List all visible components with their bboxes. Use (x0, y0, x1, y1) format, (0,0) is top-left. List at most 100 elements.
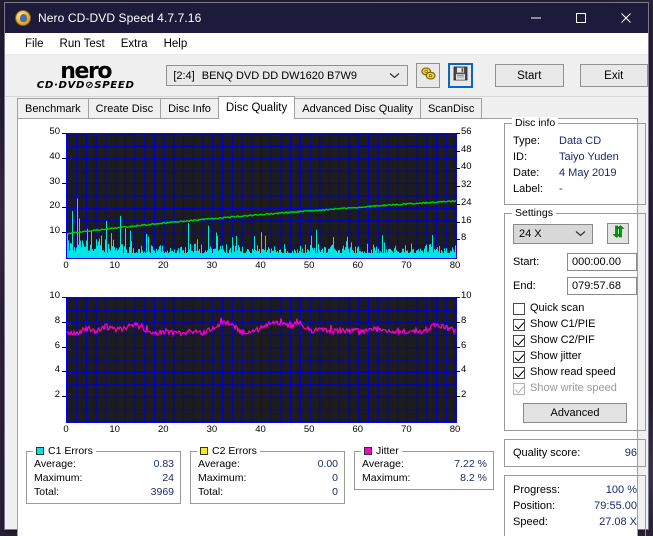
show-read-speed-checkbox[interactable] (513, 366, 525, 379)
checkbox-quick-scan[interactable]: Quick scan (513, 301, 637, 316)
floppy-save-icon (453, 66, 468, 86)
jitter-y2tickmark-10 (456, 297, 460, 298)
start-label: Start: (513, 256, 540, 268)
disc-date-row: Date: 4 May 2019 (513, 165, 637, 181)
c2-color-swatch (200, 447, 208, 455)
position-label: Position: (513, 500, 556, 512)
drive-select[interactable]: [2:4] BENQ DVD DD DW1620 B7W9 (166, 65, 408, 86)
c2-average-row: Average: 0.00 (198, 457, 338, 471)
c1-maximum-row: Maximum: 24 (34, 471, 174, 485)
c2-legend-label: C2 Errors (212, 445, 257, 457)
c1-xtick-20: 20 (157, 260, 169, 271)
settings-group: Settings 24 X Start: 000:00.00 End: 079:… (504, 207, 646, 431)
c1-ytick-10: 10 (49, 225, 60, 237)
exit-button[interactable]: Exit (579, 64, 648, 87)
eject-disc-button[interactable] (416, 63, 441, 88)
end-field-row: End: 079:57.68 (513, 277, 637, 295)
speed-select[interactable]: 24 X (513, 223, 593, 244)
nero-disc-icon (15, 10, 31, 26)
c1-ytick-40: 40 (49, 150, 60, 162)
maximize-button[interactable] (558, 3, 603, 33)
show-c1-pie-checkbox[interactable] (513, 318, 525, 331)
speed-select-value: 24 X (519, 227, 542, 240)
c2-maximum-value: 0 (332, 472, 338, 484)
jitter-average-value: 7.22 % (454, 458, 487, 470)
c1-errors-stats: C1 Errors Average: 0.83 Maximum: 24 Tota… (26, 445, 181, 504)
disc-date-value: 4 May 2019 (559, 167, 617, 179)
title-bar: Nero CD-DVD Speed 4.7.7.16 (5, 3, 648, 33)
checkbox-show-c2-pif[interactable]: Show C2/PIF (513, 333, 637, 348)
jitter-ytick-10: 10 (49, 290, 60, 301)
speed-label: Speed: (513, 516, 548, 528)
c1-plot-svg (67, 134, 456, 258)
start-button[interactable]: Start (495, 64, 564, 87)
start-field-row: Start: 000:00.00 (513, 253, 637, 271)
c1-y2tickmark-56 (456, 133, 460, 134)
c2-average-value: 0.00 (317, 458, 338, 470)
jitter-ytickmark-2 (62, 396, 66, 398)
jitter-ytickmark-10 (62, 297, 66, 298)
start-input[interactable]: 000:00.00 (567, 253, 637, 271)
jitter-xtick-0: 0 (63, 424, 69, 435)
menu-run-test[interactable]: Run Test (52, 36, 113, 52)
c1-plot-area (66, 133, 457, 259)
jitter-y2tickmark-4 (456, 371, 460, 373)
refresh-button[interactable] (607, 223, 629, 244)
jitter-xtick-80: 80 (449, 424, 461, 435)
c1-y2tickmark-16 (456, 221, 460, 223)
tab-benchmark[interactable]: Benchmark (17, 98, 89, 119)
c1-y2tick-24: 24 (461, 196, 472, 208)
checkbox-show-jitter[interactable]: Show jitter (513, 349, 637, 364)
c1-ytickmark-10 (62, 232, 66, 234)
tab-scandisc[interactable]: ScanDisc (419, 98, 483, 119)
jitter-maximum-value: 8.2 % (460, 472, 487, 484)
minimize-button[interactable] (513, 3, 558, 33)
disc-label-value: - (559, 183, 563, 195)
save-button[interactable] (448, 63, 474, 88)
jitter-ytick-2: 2 (54, 389, 60, 401)
disc-info-legend: Disc info (512, 117, 559, 129)
c1-xtick-60: 60 (352, 260, 364, 271)
tab-disc-quality[interactable]: Disc Quality (217, 96, 296, 119)
tab-create-disc[interactable]: Create Disc (87, 98, 162, 119)
tab-disc-info[interactable]: Disc Info (160, 98, 219, 119)
c1-ytickmark-40 (62, 157, 66, 159)
jitter-ytick-8: 8 (54, 314, 60, 326)
checkbox-show-c1-pie[interactable]: Show C1/PIE (513, 317, 637, 332)
jitter-y2tick-4: 4 (461, 364, 467, 376)
c2-legend: C2 Errors (197, 445, 260, 457)
end-input[interactable]: 079:57.68 (567, 277, 637, 295)
tab-advanced-disc-quality[interactable]: Advanced Disc Quality (294, 98, 421, 119)
progress-row: Progress: 100 % (513, 482, 637, 498)
jitter-ytick-4: 4 (54, 364, 60, 376)
jitter-xtick-50: 50 (303, 424, 315, 435)
c1-xtick-70: 70 (401, 260, 412, 271)
advanced-button[interactable]: Advanced (523, 403, 627, 423)
window-title: Nero CD-DVD Speed 4.7.7.16 (38, 11, 202, 25)
menu-help[interactable]: Help (156, 36, 196, 52)
disc-id-value: Taiyo Yuden (559, 151, 619, 163)
disc-eject-icon (420, 65, 437, 87)
show-jitter-checkbox[interactable] (513, 350, 525, 363)
jitter-y2tick-2: 2 (461, 389, 467, 401)
c1-total-label: Total: (34, 486, 60, 498)
menu-file[interactable]: File (17, 36, 52, 52)
close-button[interactable] (603, 3, 648, 33)
jitter-plot-area (66, 297, 457, 423)
quick-scan-label: Quick scan (530, 302, 585, 314)
quick-scan-checkbox[interactable] (513, 302, 525, 315)
quality-score-group: Quality score: 96 (504, 439, 646, 467)
c1-y2tick-40: 40 (461, 161, 472, 173)
show-c2-pif-checkbox[interactable] (513, 334, 525, 347)
disc-type-row: Type: Data CD (513, 133, 637, 149)
c1-xtick-30: 30 (206, 260, 218, 271)
settings-legend: Settings (512, 207, 556, 219)
menu-extra[interactable]: Extra (113, 36, 156, 52)
nero-logo: nero CD·DVD⊘SPEED (27, 60, 144, 91)
checkbox-show-read-speed[interactable]: Show read speed (513, 365, 637, 380)
jitter-xtick-30: 30 (206, 424, 218, 435)
disc-type-label: Type: (513, 135, 540, 147)
disc-date-label: Date: (513, 167, 540, 179)
quality-score-row: Quality score: 96 (513, 445, 637, 461)
c1-color-swatch (36, 447, 44, 455)
